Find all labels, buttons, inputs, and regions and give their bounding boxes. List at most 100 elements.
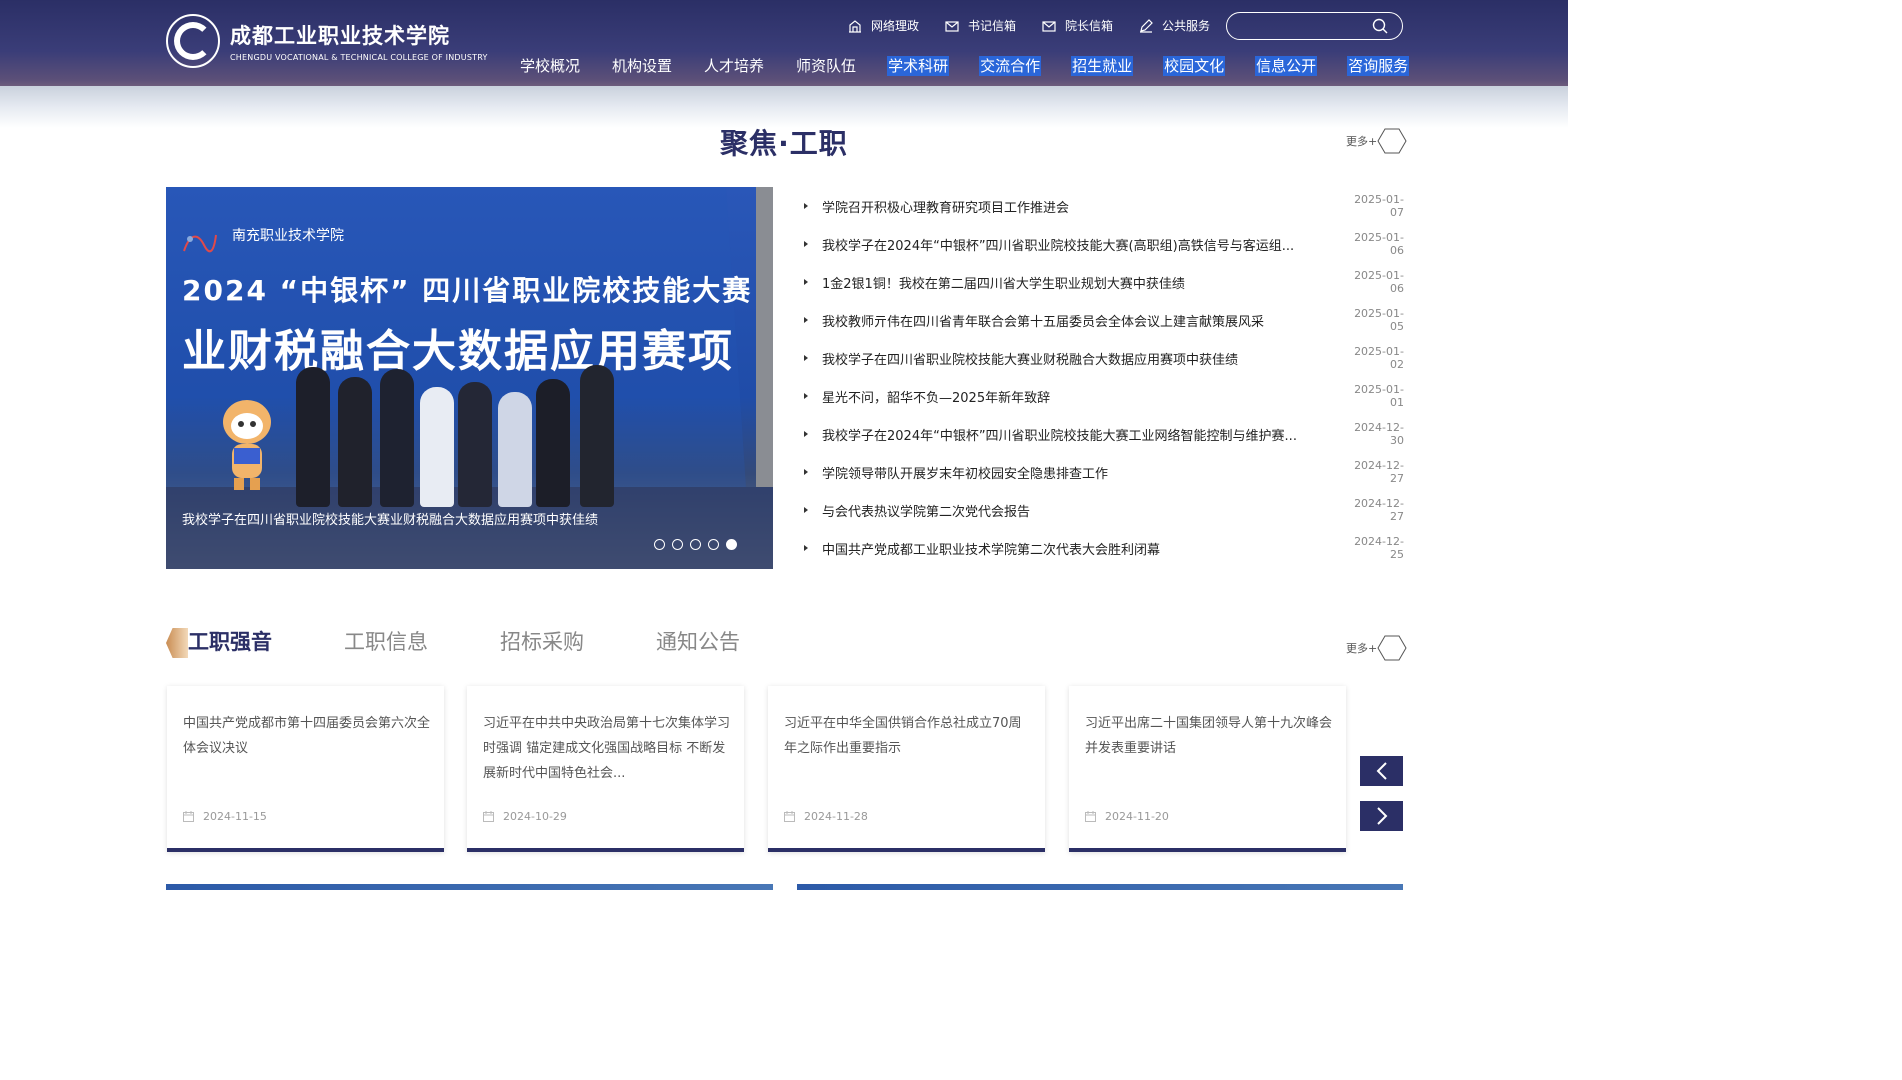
site-header: 成都工业职业技术学院 CHENGDU VOCATIONAL & TECHNICA… [0, 0, 1568, 128]
voice-more-link[interactable]: 更多+ [1346, 635, 1407, 661]
carousel-dot[interactable] [690, 539, 701, 550]
mail-icon [945, 20, 959, 32]
toplink-label: 公共服务 [1162, 19, 1211, 33]
focus-banner-slide[interactable]: 南充职业技术学院 2024 “中银杯” 四川省职业院校技能大赛 业财税融合大数据… [166, 187, 773, 569]
news-date: 2025-01-02 [1354, 345, 1404, 371]
nav-item-7[interactable]: 校园文化 [1163, 56, 1226, 76]
nav-item-2[interactable]: 人才培养 [703, 56, 765, 76]
search-input[interactable] [1239, 13, 1379, 39]
news-title: 我校学子在2024年“中银杯”四川省职业院校技能大赛(高职组)高铁信号与客运组.… [822, 238, 1295, 254]
main-nav: 学校概况 机构设置 人才培养 师资队伍 学术科研 交流合作 招生就业 校园文化 信息公开 咨询服务 [504, 56, 1410, 76]
card-title: 习近平在中共中央政治局第十七次集体学习时强调 锚定建成文化强国战略目标 不断发展… [483, 716, 731, 781]
news-list-item[interactable]: 我校学子在2024年“中银杯”四川省职业院校技能大赛(高职组)高铁信号与客运组.… [804, 225, 1404, 263]
news-card[interactable]: 中国共产党成都市第十四届委员会第六次全体会议决议 2024-11-15 [167, 686, 444, 852]
tab-tongzhi-gonggao[interactable]: 通知公告 [656, 626, 740, 656]
banner-school-logo: 南充职业技术学院 [232, 228, 344, 244]
carousel-prev-button[interactable] [1360, 756, 1403, 786]
mascot-image [223, 400, 271, 490]
news-list-item[interactable]: 我校学子在四川省职业院校技能大赛业财税融合大数据应用赛项中获佳绩 2025-01-… [804, 339, 1404, 377]
toplink-yuanzhang[interactable]: 院长信箱 [1042, 17, 1113, 34]
college-name-cn: 成都工业职业技术学院 [230, 23, 450, 48]
news-date: 2025-01-05 [1354, 307, 1404, 333]
news-list-item[interactable]: 1金2银1铜！我校在第二届四川省大学生职业规划大赛中获佳绩 2025-01-06 [804, 263, 1404, 301]
card-title: 中国共产党成都市第十四届委员会第六次全体会议决议 [183, 716, 431, 756]
toplink-wangluo[interactable]: 网络理政 [848, 17, 919, 34]
banner-headline-2: 业财税融合大数据应用赛项 [182, 326, 734, 377]
news-date: 2024-12-30 [1354, 421, 1404, 447]
news-card[interactable]: 习近平出席二十国集团领导人第十九次峰会并发表重要讲话 2024-11-20 [1069, 686, 1346, 852]
news-card[interactable]: 习近平在中华全国供销合作总社成立70周年之际作出重要指示 2024-11-28 [768, 686, 1045, 852]
card-title: 习近平出席二十国集团领导人第十九次峰会并发表重要讲话 [1085, 716, 1333, 756]
news-list-item[interactable]: 我校教师亓伟在四川省青年联合会第十五届委员会全体会议上建言献策展风采 2025-0… [804, 301, 1404, 339]
news-title: 学院领导带队开展岁末年初校园安全隐患排查工作 [822, 466, 1109, 482]
tab-active-marker [166, 628, 188, 658]
more-label: 更多+ [1346, 135, 1378, 148]
calendar-icon [483, 811, 494, 822]
tab-label: 通知公告 [656, 630, 740, 654]
carousel-dot[interactable] [672, 539, 683, 550]
carousel-next-button[interactable] [1360, 801, 1403, 831]
news-card[interactable]: 习近平在中共中央政治局第十七次集体学习时强调 锚定建成文化强国战略目标 不断发展… [467, 686, 744, 852]
bullet-triangle-icon [804, 355, 808, 361]
bullet-triangle-icon [804, 203, 808, 209]
tab-gongzhi-qiangyin[interactable]: 工职强音 [166, 626, 272, 658]
banner-headline-1: 2024 “中银杯” 四川省职业院校技能大赛 [182, 274, 753, 307]
nav-item-1[interactable]: 机构设置 [611, 56, 673, 76]
nav-item-3[interactable]: 师资队伍 [795, 56, 857, 76]
college-emblem-icon [166, 14, 220, 68]
next-section-image-right [797, 884, 1403, 890]
news-date: 2025-01-06 [1354, 231, 1404, 257]
building-icon [849, 19, 861, 33]
news-date: 2024-12-27 [1354, 459, 1404, 485]
focus-more-link[interactable]: 更多+ [1346, 128, 1407, 154]
calendar-icon [784, 811, 795, 822]
card-date: 2024-11-28 [804, 810, 868, 823]
pen-icon [1140, 18, 1153, 33]
toplink-gonggong[interactable]: 公共服务 [1139, 17, 1210, 34]
news-list-item[interactable]: 中国共产党成都工业职业技术学院第二次代表大会胜利闭幕 2024-12-25 [804, 529, 1404, 567]
next-section-image-left [166, 884, 773, 890]
tab-label: 工职强音 [188, 630, 272, 654]
nav-item-8[interactable]: 信息公开 [1255, 56, 1318, 76]
news-date: 2024-12-25 [1354, 535, 1404, 561]
bullet-triangle-icon [804, 241, 808, 247]
bullet-triangle-icon [804, 469, 808, 475]
toplink-label: 书记信箱 [968, 19, 1017, 33]
toplink-shuji[interactable]: 书记信箱 [945, 17, 1016, 34]
carousel-dot-active[interactable] [726, 539, 737, 550]
news-list-item[interactable]: 我校学子在2024年“中银杯”四川省职业院校技能大赛工业网络智能控制与维护赛..… [804, 415, 1404, 453]
banner-caption: 我校学子在四川省职业院校技能大赛业财税融合大数据应用赛项中获佳绩 [182, 513, 599, 528]
mail-icon [1042, 20, 1056, 32]
college-logo[interactable]: 成都工业职业技术学院 CHENGDU VOCATIONAL & TECHNICA… [166, 14, 488, 68]
news-list-item[interactable]: 与会代表热议学院第二次党代会报告 2024-12-27 [804, 491, 1404, 529]
bullet-triangle-icon [804, 545, 808, 551]
bullet-triangle-icon [804, 393, 808, 399]
chevron-right-icon [1376, 807, 1387, 825]
calendar-icon [1085, 811, 1096, 822]
news-title: 我校学子在四川省职业院校技能大赛业财税融合大数据应用赛项中获佳绩 [822, 352, 1239, 368]
nav-item-0[interactable]: 学校概况 [519, 56, 581, 76]
tab-zhaobiao-caigou[interactable]: 招标采购 [500, 626, 584, 656]
news-date: 2025-01-07 [1354, 193, 1404, 219]
news-list-item[interactable]: 星光不问，韶华不负—2025年新年致辞 2025-01-01 [804, 377, 1404, 415]
bullet-triangle-icon [804, 279, 808, 285]
card-date: 2024-10-29 [503, 810, 567, 823]
news-list-item[interactable]: 学院领导带队开展岁末年初校园安全隐患排查工作 2024-12-27 [804, 453, 1404, 491]
nav-item-9[interactable]: 咨询服务 [1347, 56, 1410, 76]
news-list-item[interactable]: 学院召开积极心理教育研究项目工作推进会 2025-01-07 [804, 187, 1404, 225]
nav-item-6[interactable]: 招生就业 [1071, 56, 1134, 76]
nav-item-4[interactable]: 学术科研 [887, 56, 950, 76]
search-box [1226, 12, 1403, 40]
search-icon[interactable] [1372, 18, 1388, 34]
tab-label: 招标采购 [500, 630, 584, 654]
toplink-label: 院长信箱 [1065, 19, 1114, 33]
hexagon-icon [1377, 635, 1407, 661]
tab-gongzhi-xinxi[interactable]: 工职信息 [344, 626, 428, 656]
carousel-dot[interactable] [654, 539, 665, 550]
carousel-dot[interactable] [708, 539, 719, 550]
news-title: 学院召开积极心理教育研究项目工作推进会 [822, 200, 1070, 216]
bullet-triangle-icon [804, 431, 808, 437]
news-title: 我校学子在2024年“中银杯”四川省职业院校技能大赛工业网络智能控制与维护赛..… [822, 428, 1297, 444]
nav-item-5[interactable]: 交流合作 [979, 56, 1042, 76]
hexagon-icon [1377, 128, 1407, 154]
